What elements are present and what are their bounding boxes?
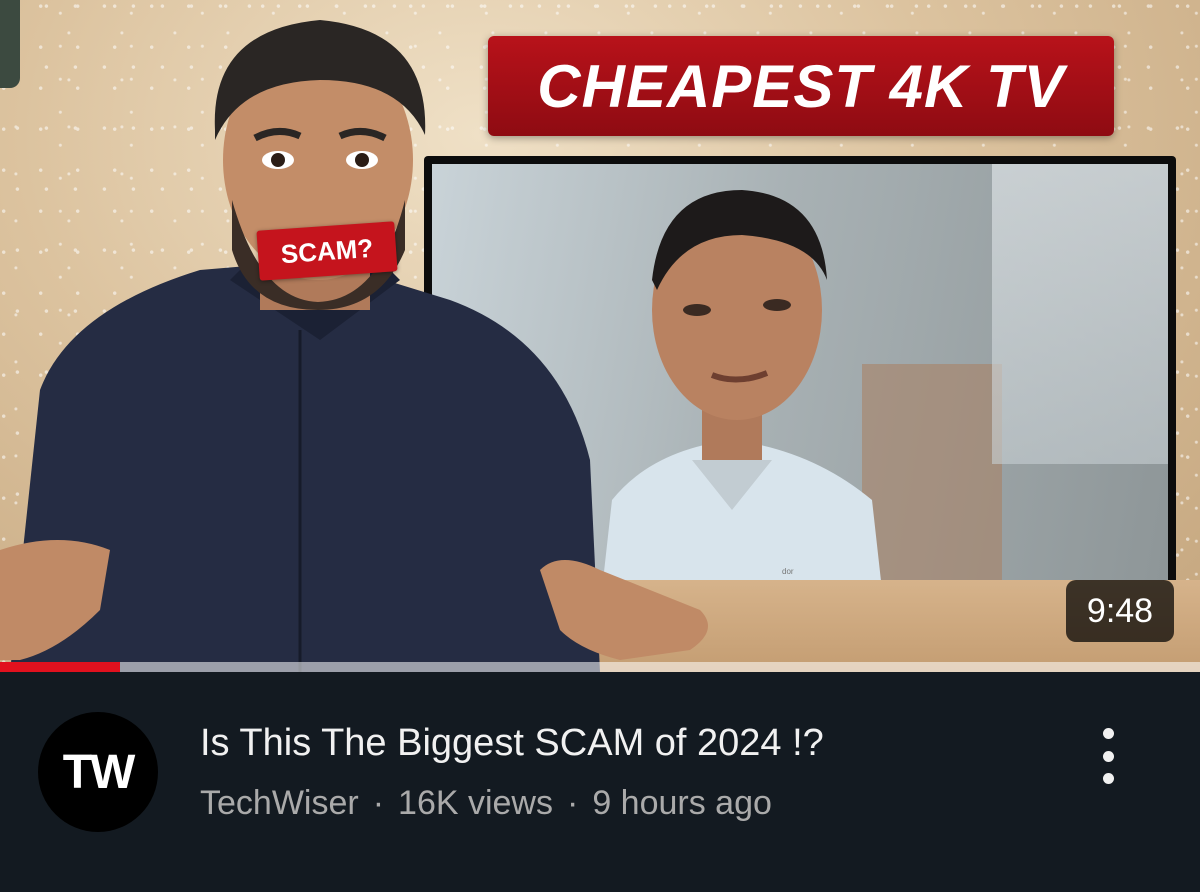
tv-brand-logo: dor bbox=[782, 567, 794, 576]
duration-badge: 9:48 bbox=[1066, 580, 1174, 642]
duration-text: 9:48 bbox=[1086, 591, 1154, 630]
meta-separator: · bbox=[372, 784, 385, 822]
avatar-initials: TW bbox=[62, 745, 136, 799]
video-info: TW Is This The Biggest SCAM of 2024 !? T… bbox=[0, 672, 1200, 892]
channel-name[interactable]: TechWiser bbox=[200, 784, 359, 823]
video-title[interactable]: Is This The Biggest SCAM of 2024 !? bbox=[200, 722, 824, 765]
presenter-illustration bbox=[0, 20, 708, 672]
upload-age: 9 hours ago bbox=[592, 784, 772, 822]
channel-avatar[interactable]: TW bbox=[38, 712, 158, 832]
more-vert-icon[interactable] bbox=[1082, 724, 1134, 788]
video-thumbnail[interactable]: CHEAPEST 4K TV dor SCAM? 9:48 bbox=[0, 0, 1200, 672]
video-meta: TechWiser · 16K views · 9 hours ago bbox=[200, 784, 772, 823]
view-count: 16K views bbox=[398, 784, 553, 822]
meta-separator: · bbox=[567, 784, 579, 822]
watch-progress-fill bbox=[0, 662, 120, 672]
tape-text: SCAM? bbox=[279, 232, 375, 269]
watch-progress-bar bbox=[0, 662, 1200, 672]
scam-tape-label: SCAM? bbox=[256, 221, 398, 281]
